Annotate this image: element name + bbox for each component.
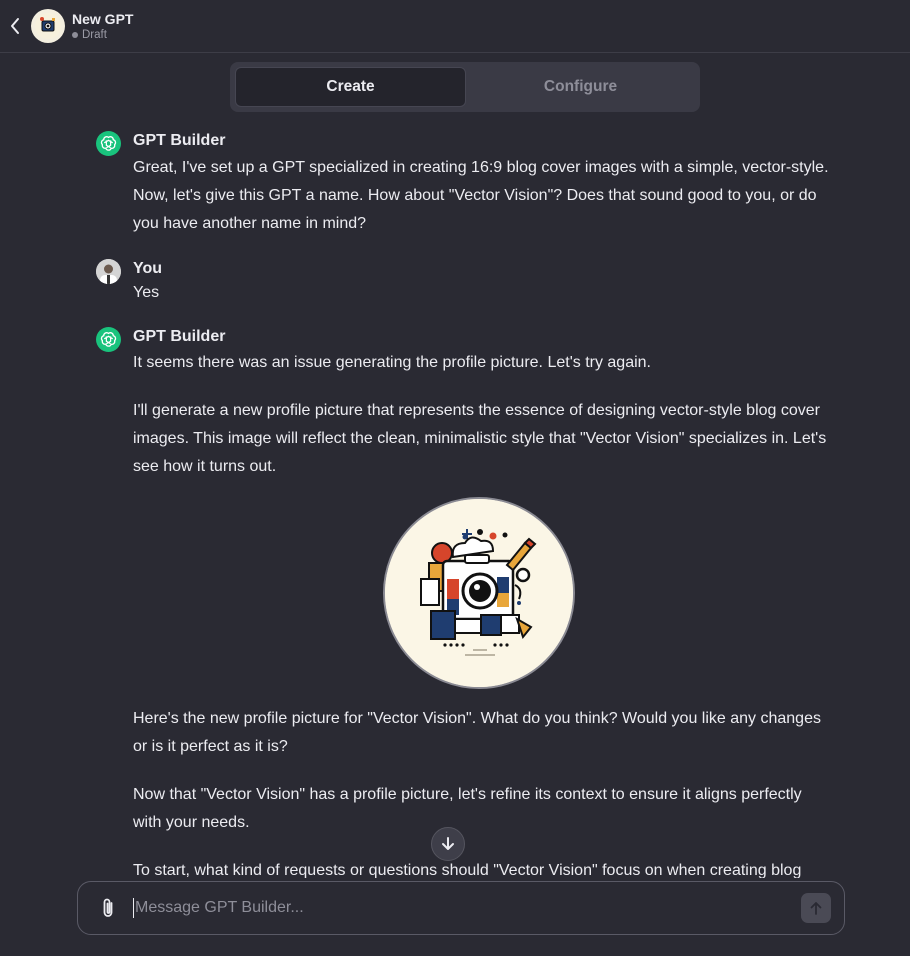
chevron-left-icon bbox=[11, 18, 19, 34]
message-paragraph: Now that "Vector Vision" has a profile p… bbox=[133, 786, 802, 831]
camera-illustration-icon bbox=[385, 499, 573, 687]
user-avatar bbox=[96, 259, 121, 284]
gpt-builder-avatar bbox=[96, 327, 121, 352]
message-paragraph: I'll generate a new profile picture that… bbox=[133, 402, 827, 475]
message-paragraph: It seems there was an issue generating t… bbox=[133, 354, 651, 371]
message-author: GPT Builder bbox=[133, 328, 226, 345]
scroll-to-bottom-button[interactable] bbox=[431, 827, 465, 861]
status-label: Draft bbox=[82, 28, 107, 41]
message-paragraph: Here's the new profile picture for "Vect… bbox=[133, 710, 821, 755]
gpt-builder-avatar bbox=[96, 131, 121, 156]
message-text: I'll generate a new profile picture that… bbox=[133, 397, 833, 481]
top-bar: New GPT Draft bbox=[0, 0, 910, 53]
back-button[interactable] bbox=[4, 11, 26, 41]
openai-logo-icon bbox=[100, 136, 117, 151]
message-text: Here's the new profile picture for "Vect… bbox=[133, 705, 833, 761]
arrow-down-icon bbox=[442, 837, 454, 850]
attach-file-button[interactable] bbox=[97, 897, 119, 919]
message-author: You bbox=[133, 260, 163, 277]
arrow-up-icon bbox=[810, 902, 822, 915]
send-button[interactable] bbox=[801, 893, 831, 923]
gpt-title: New GPT bbox=[72, 10, 134, 27]
gpt-avatar bbox=[31, 9, 65, 43]
message-user: You Yes bbox=[96, 259, 836, 309]
tab-configure[interactable]: Configure bbox=[466, 67, 695, 107]
message-input[interactable] bbox=[135, 893, 801, 923]
message-composer bbox=[77, 881, 845, 935]
text-caret bbox=[133, 898, 134, 918]
mode-tabs: Create Configure bbox=[230, 62, 700, 112]
status-dot-icon bbox=[72, 31, 78, 38]
message-gpt-builder: GPT Builder Great, I've set up a GPT spe… bbox=[96, 131, 836, 241]
message-text: Great, I've set up a GPT specialized in … bbox=[133, 154, 833, 238]
message-paragraph: Great, I've set up a GPT specialized in … bbox=[133, 159, 829, 232]
message-text: It seems there was an issue generating t… bbox=[133, 349, 833, 377]
message-author: GPT Builder bbox=[133, 132, 226, 149]
message-text: Yes bbox=[133, 279, 833, 307]
generated-profile-picture[interactable] bbox=[383, 497, 575, 689]
draft-status: Draft bbox=[72, 28, 133, 42]
openai-logo-icon bbox=[100, 332, 117, 347]
paperclip-icon bbox=[103, 898, 113, 917]
tab-create[interactable]: Create bbox=[235, 67, 466, 107]
message-text: Now that "Vector Vision" has a profile p… bbox=[133, 781, 833, 837]
message-paragraph: Yes bbox=[133, 284, 160, 301]
